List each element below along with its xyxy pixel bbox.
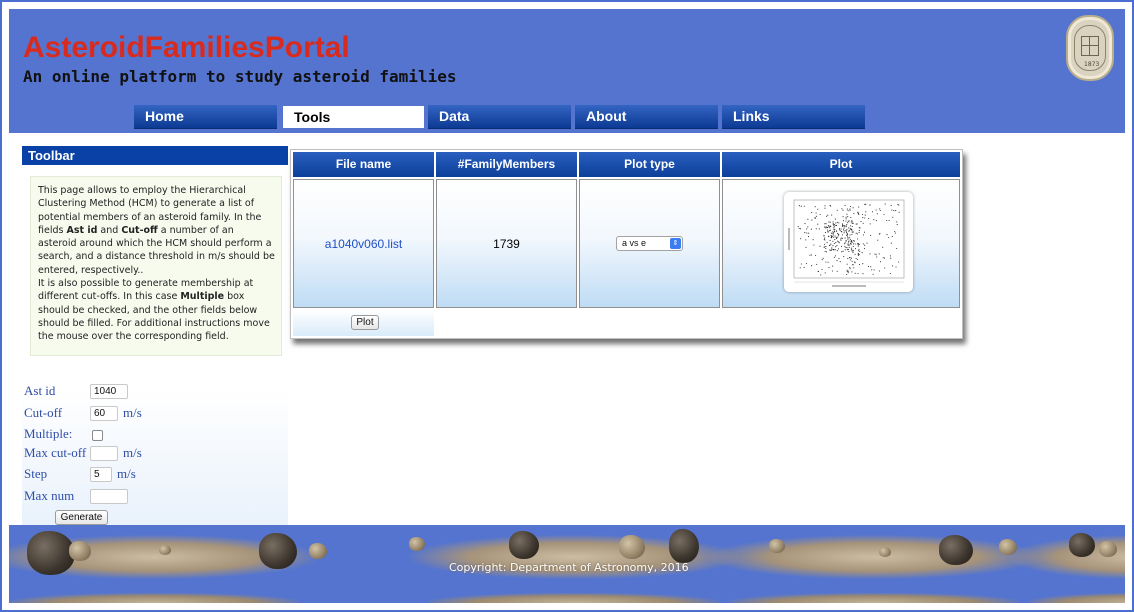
asteroid-rock-icon xyxy=(939,535,973,565)
nav-tab-tools[interactable]: Tools xyxy=(282,105,425,129)
generate-button[interactable]: Generate xyxy=(55,510,108,525)
asteroid-rock-icon xyxy=(999,539,1017,555)
toolbar-header: Toolbar xyxy=(22,146,288,165)
cutoff-input[interactable]: 60 xyxy=(90,406,118,421)
dust-band xyxy=(709,535,1039,579)
col-header-plot: Plot xyxy=(722,152,960,177)
asteroid-rock-icon xyxy=(69,541,91,561)
asteroid-rock-icon xyxy=(619,535,645,559)
help-text: and xyxy=(97,224,122,236)
plot-button[interactable]: Plot xyxy=(351,315,379,330)
max-cutoff-unit: m/s xyxy=(123,445,142,460)
file-name-link[interactable]: a1040v060.list xyxy=(325,237,402,251)
asteroid-rock-icon xyxy=(1099,541,1117,557)
help-text-bold: Cut-off xyxy=(121,224,158,236)
plot-button-cell: Plot xyxy=(293,310,434,336)
asteroid-rock-icon xyxy=(879,547,891,557)
asteroid-rock-icon xyxy=(509,531,539,559)
dust-band-lower xyxy=(429,593,719,603)
dust-band-lower xyxy=(1029,593,1125,603)
step-unit: m/s xyxy=(117,466,136,481)
asteroid-rock-icon xyxy=(409,537,425,551)
site-subtitle: An online platform to study asteroid fam… xyxy=(23,67,457,86)
max-num-label: Max num xyxy=(24,488,75,503)
max-num-input[interactable] xyxy=(90,489,128,504)
nav-tab-home[interactable]: Home xyxy=(134,105,277,129)
plot-thumbnail[interactable] xyxy=(784,192,913,292)
step-label: Step xyxy=(24,466,48,481)
copyright-text: Copyright: Department of Astronomy, 2016 xyxy=(449,561,689,574)
max-cutoff-label: Max cut-off xyxy=(24,445,87,460)
col-header-file-name: File name xyxy=(293,152,434,177)
asteroid-rock-icon xyxy=(769,539,785,553)
asteroid-rock-icon xyxy=(309,543,327,559)
help-text-bold: Multiple xyxy=(180,291,225,303)
dust-band-lower xyxy=(9,593,299,603)
dust-band-lower xyxy=(729,593,1019,603)
asteroid-rock-icon xyxy=(27,531,75,575)
multiple-label: Multiple: xyxy=(24,426,73,441)
max-cutoff-input[interactable] xyxy=(90,446,118,461)
family-members-value: 1739 xyxy=(493,237,520,251)
col-header-plot-type: Plot type xyxy=(579,152,720,177)
ast-id-input[interactable]: 1040 xyxy=(90,384,128,399)
seal-year: 1873 xyxy=(1084,61,1100,68)
results-table: File name #FamilyMembers Plot type Plot … xyxy=(290,149,963,339)
cell-plot-type: a vs e ⇕ xyxy=(579,179,720,308)
help-text-bold: Ast id xyxy=(66,224,98,236)
cell-file-name: a1040v060.list xyxy=(293,179,434,308)
toolbar-panel: This page allows to employ the Hierarchi… xyxy=(22,165,288,529)
multiple-checkbox[interactable] xyxy=(92,430,103,441)
seal-emblem-icon xyxy=(1081,36,1099,56)
page-inner: AsteroidFamiliesPortal An online platfor… xyxy=(9,9,1125,603)
cutoff-unit: m/s xyxy=(123,405,142,420)
site-header: AsteroidFamiliesPortal An online platfor… xyxy=(9,9,1125,133)
asteroid-rock-icon xyxy=(259,533,297,569)
site-footer: Copyright: Department of Astronomy, 2016 xyxy=(9,525,1125,603)
plot-type-select[interactable]: a vs e ⇕ xyxy=(616,236,683,251)
asteroid-rock-icon xyxy=(669,529,699,563)
ast-id-label: Ast id xyxy=(24,383,56,398)
university-seal-logo: 1873 xyxy=(1066,15,1114,81)
cell-family-members: 1739 xyxy=(436,179,577,308)
toolbar-help-text: This page allows to employ the Hierarchi… xyxy=(30,176,282,356)
nav-tab-data[interactable]: Data xyxy=(428,105,571,129)
asteroid-rock-icon xyxy=(159,545,171,555)
plot-type-selected: a vs e xyxy=(622,238,647,248)
nav-tab-links[interactable]: Links xyxy=(722,105,865,129)
cutoff-label: Cut-off xyxy=(24,405,63,420)
scatter-plot-thumbnail-image xyxy=(788,199,905,287)
asteroid-rock-icon xyxy=(1069,533,1095,557)
nav-tab-about[interactable]: About xyxy=(575,105,718,129)
col-header-family-members: #FamilyMembers xyxy=(436,152,577,177)
select-updown-icon: ⇕ xyxy=(670,238,681,249)
site-title[interactable]: AsteroidFamiliesPortal xyxy=(23,31,350,65)
page-frame: AsteroidFamiliesPortal An online platfor… xyxy=(0,0,1134,612)
step-input[interactable]: 5 xyxy=(90,467,112,482)
cell-plot xyxy=(722,179,960,308)
